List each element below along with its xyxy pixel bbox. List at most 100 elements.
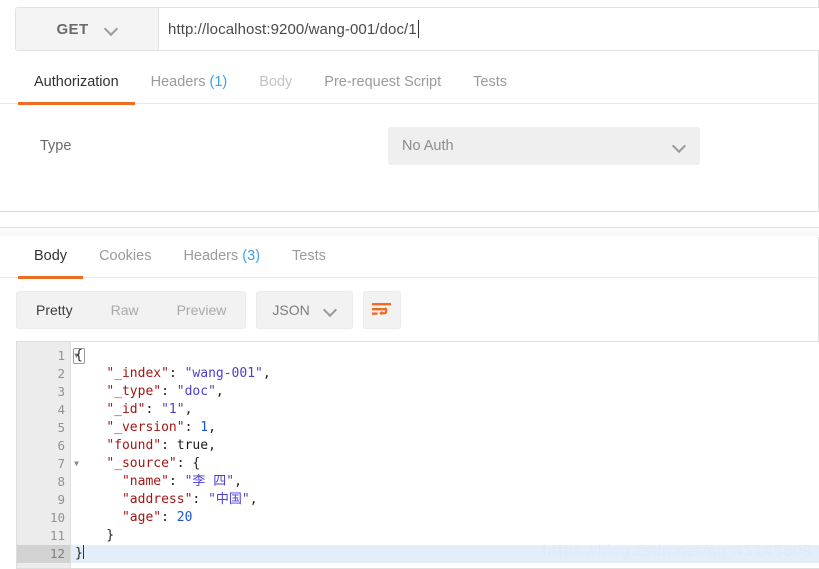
tab-pre-request-script-label: Pre-request Script [324,74,441,90]
line-number-text: 1 [57,348,65,363]
tab-response-cookies[interactable]: Cookies [83,236,167,278]
json-key: "age" [122,510,161,525]
line-number[interactable]: 2 [17,365,70,383]
response-format-select[interactable]: JSON [256,291,352,329]
tab-response-headers-count: (3) [242,248,260,264]
tab-response-headers[interactable]: Headers (3) [167,236,276,278]
view-mode-pretty-label: Pretty [36,302,73,318]
view-mode-preview-label: Preview [177,302,227,318]
line-number[interactable]: 11 [17,527,70,545]
auth-type-label: Type [0,138,388,154]
json-number-value: 1 [200,420,208,435]
json-key: "address" [122,492,192,507]
code-line: "_source": { [71,455,819,473]
code-line: "_type": "doc", [71,383,819,401]
code-line: } [71,527,819,545]
tab-response-headers-label: Headers [183,248,238,264]
code-line: "name": "李 四", [71,473,819,491]
tab-response-body[interactable]: Body [18,236,83,278]
tab-headers-label: Headers [151,74,206,90]
json-string-value: "1" [161,402,184,417]
line-number[interactable]: 7▼ [17,455,70,473]
response-pane: Body Cookies Headers (3) Tests Pretty Ra… [0,227,819,568]
tab-tests-label: Tests [473,74,507,90]
tab-body-label: Body [259,74,292,90]
view-mode-raw[interactable]: Raw [92,292,158,328]
code-line: "_version": 1, [71,419,819,437]
json-key: "_version" [106,420,184,435]
view-mode-preview[interactable]: Preview [158,292,246,328]
tab-response-tests-label: Tests [292,248,326,264]
line-number-text: 2 [57,366,65,381]
word-wrap-icon [372,302,392,318]
response-body-editor[interactable]: 1▼ 2 3 4 5 6 7▼ 8 9 10 11 12 { "_index":… [16,341,819,569]
tab-tests[interactable]: Tests [457,62,523,104]
chevron-down-icon [105,23,118,36]
json-string-value: "wang-001" [185,366,263,381]
line-number[interactable]: 6 [17,437,70,455]
code-line: "_id": "1", [71,401,819,419]
http-method-label: GET [56,21,88,38]
open-brace: { [73,348,85,364]
line-number-text: 9 [57,492,65,507]
view-mode-group: Pretty Raw Preview [16,291,246,329]
tab-headers-count: (1) [209,74,227,90]
line-number[interactable]: 8 [17,473,70,491]
line-number[interactable]: 4 [17,401,70,419]
line-number[interactable]: 9 [17,491,70,509]
tab-body[interactable]: Body [243,62,308,104]
line-number-text: 6 [57,438,65,453]
json-key: "found" [106,438,161,453]
line-number-text: 4 [57,402,65,417]
chevron-down-icon [673,140,686,153]
line-number[interactable]: 12 [17,545,70,563]
json-string-value: "中国" [208,492,250,507]
chevron-down-icon [324,304,337,317]
tab-headers[interactable]: Headers (1) [135,62,244,104]
code-line: "age": 20 [71,509,819,527]
auth-type-row: Type No Auth [0,127,819,165]
text-caret [83,545,84,559]
code-line: "_index": "wang-001", [71,365,819,383]
line-number-text: 11 [50,528,65,543]
line-number-text: 5 [57,420,65,435]
code-content[interactable]: { "_index": "wang-001", "_type": "doc", … [71,342,819,568]
request-url-bar: GET http://localhost:9200/wang-001/doc/1 [15,7,819,51]
code-line: "address": "中国", [71,491,819,509]
view-mode-raw-label: Raw [111,302,139,318]
line-number[interactable]: 10 [17,509,70,527]
json-boolean-value: true [177,438,208,453]
line-number[interactable]: 3 [17,383,70,401]
response-tabs: Body Cookies Headers (3) Tests [0,237,819,278]
word-wrap-button[interactable] [363,291,401,329]
request-pane: GET http://localhost:9200/wang-001/doc/1… [0,0,819,212]
response-format-value: JSON [272,302,309,318]
code-line: "found": true, [71,437,819,455]
json-key: "_id" [106,402,145,417]
tab-response-body-label: Body [34,248,67,264]
line-number-text: 12 [50,546,65,561]
code-line: } [71,545,819,563]
http-method-select[interactable]: GET [16,8,159,50]
auth-type-value: No Auth [402,138,454,154]
json-string-value: "doc" [177,384,216,399]
line-number-text: 8 [57,474,65,489]
request-url-input[interactable]: http://localhost:9200/wang-001/doc/1 [159,8,819,50]
tab-pre-request-script[interactable]: Pre-request Script [308,62,457,104]
auth-type-select[interactable]: No Auth [388,127,700,165]
json-key: "name" [122,474,169,489]
json-key: "_source" [106,456,176,471]
json-key: "_index" [106,366,169,381]
line-number[interactable]: 1▼ [17,347,70,365]
line-number[interactable]: 5 [17,419,70,437]
tab-response-cookies-label: Cookies [99,248,151,264]
line-number-text: 10 [50,510,65,525]
tab-response-tests[interactable]: Tests [276,236,342,278]
request-tabs: Authorization Headers (1) Body Pre-reque… [0,62,819,104]
view-mode-pretty[interactable]: Pretty [17,292,92,328]
tab-authorization[interactable]: Authorization [18,62,135,104]
close-brace: } [75,546,83,561]
json-string-value: "李 四" [185,474,234,489]
json-number-value: 20 [177,510,193,525]
response-toolbar: Pretty Raw Preview JSON [0,286,819,334]
